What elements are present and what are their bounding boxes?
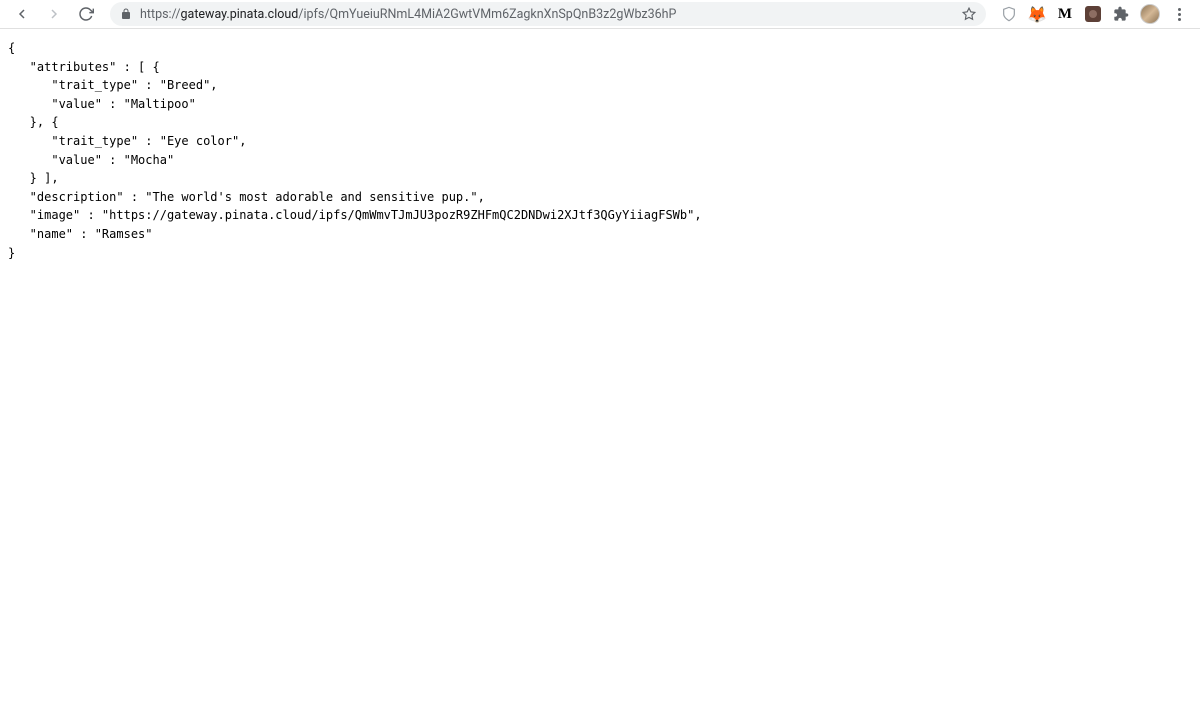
- url-path: /ipfs/QmYueiuRNmL4MiA2GwtVMm6ZagknXnSpQn…: [298, 7, 676, 22]
- metamask-extension-icon[interactable]: 🦊: [1028, 5, 1046, 23]
- profile-avatar[interactable]: [1140, 4, 1160, 24]
- json-line: }: [8, 246, 15, 260]
- json-line: "trait_type" : "Eye color",: [8, 134, 246, 148]
- reload-button[interactable]: [72, 0, 100, 28]
- address-bar[interactable]: https://gateway.pinata.cloud/ipfs/QmYuei…: [110, 2, 986, 26]
- json-line: "image" : "https://gateway.pinata.cloud/…: [8, 208, 702, 222]
- json-content: { "attributes" : [ { "trait_type" : "Bre…: [0, 29, 1200, 272]
- puzzle-extension-icon[interactable]: [1112, 5, 1130, 23]
- json-line: {: [8, 41, 15, 55]
- m-extension-icon[interactable]: M: [1056, 5, 1074, 23]
- back-button[interactable]: [8, 0, 36, 28]
- json-line: "attributes" : [ {: [8, 60, 160, 74]
- forward-arrow-icon: [46, 6, 62, 22]
- brown-extension-icon[interactable]: [1084, 5, 1102, 23]
- lock-icon: [120, 8, 132, 20]
- json-line: "value" : "Mocha": [8, 153, 174, 167]
- three-dots-icon: [1178, 8, 1181, 21]
- json-line: } ],: [8, 171, 59, 185]
- json-line: "name" : "Ramses": [8, 227, 153, 241]
- url-host: gateway.pinata.cloud: [181, 7, 299, 22]
- url-text: https://gateway.pinata.cloud/ipfs/QmYuei…: [140, 7, 954, 22]
- shield-extension-icon[interactable]: [1000, 5, 1018, 23]
- menu-button[interactable]: [1170, 5, 1188, 23]
- json-line: "trait_type" : "Breed",: [8, 78, 218, 92]
- json-line: "description" : "The world's most adorab…: [8, 190, 485, 204]
- extension-icons: 🦊 M: [996, 4, 1192, 24]
- browser-toolbar: https://gateway.pinata.cloud/ipfs/QmYuei…: [0, 0, 1200, 29]
- bookmark-star-icon[interactable]: [962, 7, 976, 21]
- reload-icon: [78, 6, 94, 22]
- json-line: "value" : "Maltipoo": [8, 97, 196, 111]
- url-scheme: https://: [140, 7, 181, 22]
- back-arrow-icon: [14, 6, 30, 22]
- json-line: }, {: [8, 115, 59, 129]
- forward-button[interactable]: [40, 0, 68, 28]
